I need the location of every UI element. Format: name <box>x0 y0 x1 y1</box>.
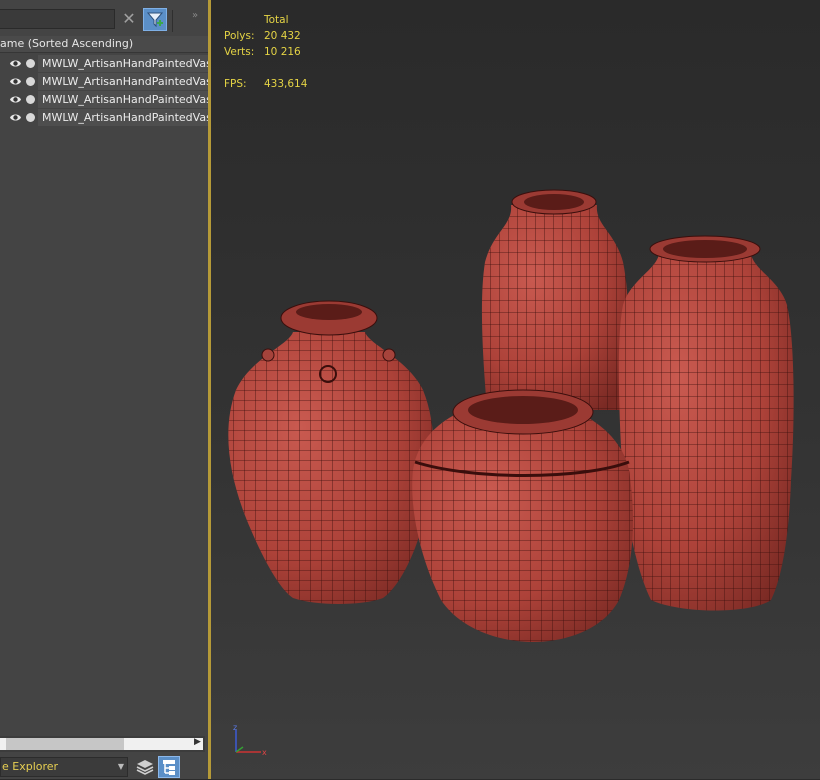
freeze-toggle-icon[interactable] <box>26 59 35 68</box>
axis-z-label: z <box>233 723 237 732</box>
layers-icon <box>136 760 154 775</box>
clear-search-icon[interactable]: ✕ <box>119 9 139 29</box>
toolbar-separator <box>172 10 173 32</box>
filter-icon <box>146 12 164 28</box>
hierarchy-icon <box>163 760 175 775</box>
sort-by-layer-button[interactable] <box>134 757 156 777</box>
column-header-label: ame (Sorted Ascending) <box>0 37 134 50</box>
list-item-label[interactable]: MWLW_ArtisanHandPaintedVase6 <box>38 91 208 108</box>
visibility-eye-icon[interactable] <box>9 112 22 123</box>
explorer-type-dropdown[interactable]: e Explorer ▼ <box>0 757 128 777</box>
scrollbar-thumb[interactable] <box>6 738 124 750</box>
perspective-viewport[interactable]: Total Polys: 20 432 Verts: 10 216 FPS: 4… <box>211 0 820 779</box>
visibility-eye-icon[interactable] <box>9 94 22 105</box>
vase-right[interactable] <box>618 235 794 611</box>
visibility-eye-icon[interactable] <box>9 58 22 69</box>
scene-explorer-panel: ✕ » ame (Sorted Ascending) MWLW_ArtisanH… <box>0 0 208 779</box>
vase-left-handles[interactable] <box>228 300 434 604</box>
list-item-label[interactable]: MWLW_ArtisanHandPaintedVase5 <box>38 73 208 90</box>
explorer-type-label: e Explorer <box>2 760 59 773</box>
freeze-toggle-icon[interactable] <box>26 95 35 104</box>
explorer-bottom-bar: e Explorer ▼ <box>0 755 208 779</box>
search-bar: ✕ » <box>0 6 208 32</box>
column-header-name[interactable]: ame (Sorted Ascending) <box>0 36 208 53</box>
axis-x-label: x <box>262 748 267 757</box>
collapse-panel-icon[interactable]: » <box>192 10 198 21</box>
chevron-down-icon: ▼ <box>117 762 124 771</box>
list-item[interactable]: MWLW_ArtisanHandPaintedVase6 <box>0 109 208 127</box>
vase-meshes[interactable] <box>211 0 820 779</box>
list-item[interactable]: MWLW_ArtisanHandPaintedVase5 <box>0 73 208 91</box>
freeze-toggle-icon[interactable] <box>26 77 35 86</box>
vase-front-center[interactable] <box>412 389 633 642</box>
filter-button[interactable] <box>143 8 167 31</box>
list-item[interactable]: MWLW_ArtisanHandPaintedVase6 <box>0 91 208 109</box>
vase-back-center[interactable] <box>481 189 629 410</box>
sort-by-hierarchy-button[interactable] <box>158 756 180 778</box>
search-input[interactable] <box>0 9 115 29</box>
list-item[interactable]: MWLW_ArtisanHandPaintedVase4 <box>0 55 208 73</box>
scroll-right-icon[interactable]: ▶ <box>194 737 201 747</box>
list-item-label[interactable]: MWLW_ArtisanHandPaintedVase4 <box>38 55 208 72</box>
list-item-label[interactable]: MWLW_ArtisanHandPaintedVase6 <box>38 109 208 126</box>
freeze-toggle-icon[interactable] <box>26 113 35 122</box>
horizontal-scrollbar[interactable]: ▶ <box>0 736 205 752</box>
axis-gizmo: z x <box>233 723 267 757</box>
visibility-eye-icon[interactable] <box>9 76 22 87</box>
